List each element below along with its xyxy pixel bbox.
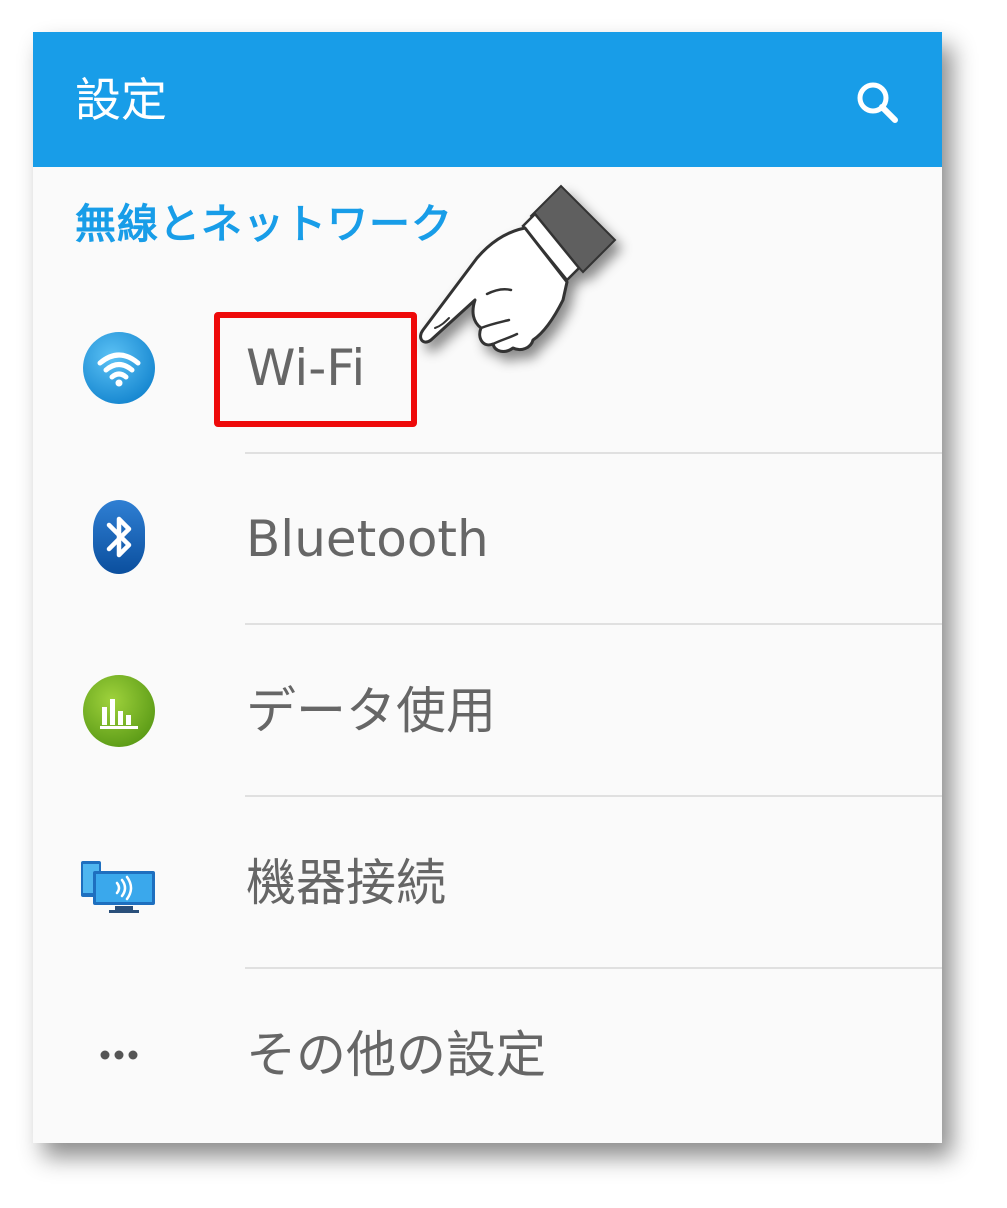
settings-screen: 設定 無線とネットワーク Wi-Fi Bluetooth データ使用 機器接続 … <box>33 32 942 1143</box>
device-connection-icon <box>81 861 155 913</box>
search-button[interactable] <box>851 76 907 132</box>
app-bar: 設定 <box>33 32 942 167</box>
settings-item-label: データ使用 <box>246 682 496 740</box>
bluetooth-icon <box>93 500 145 574</box>
settings-item-label: Bluetooth <box>246 510 489 568</box>
wifi-icon <box>83 332 155 404</box>
more-icon <box>100 1050 138 1060</box>
pointing-hand-icon <box>419 184 617 353</box>
settings-item-label: その他の設定 <box>246 1026 546 1084</box>
search-icon <box>857 82 898 123</box>
settings-item-device-connection[interactable]: 機器接続 <box>33 797 942 968</box>
page-title: 設定 <box>75 73 167 127</box>
settings-item-data-usage[interactable]: データ使用 <box>33 625 942 796</box>
settings-item-more[interactable]: その他の設定 <box>33 969 942 1140</box>
data-usage-icon <box>83 675 155 747</box>
settings-item-bluetooth[interactable]: Bluetooth <box>33 453 942 624</box>
settings-item-label: 機器接続 <box>246 854 446 912</box>
